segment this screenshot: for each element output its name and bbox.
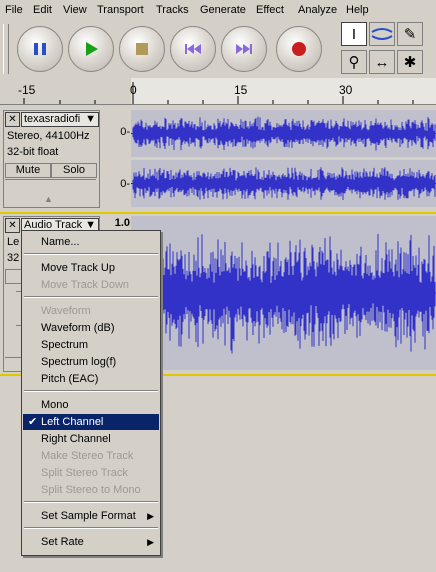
menu-item-right-channel[interactable]: Right Channel — [23, 431, 159, 447]
toolbar-grip[interactable] — [3, 24, 9, 74]
chevron-down-icon: ▼ — [85, 113, 96, 125]
menu-view[interactable]: View — [63, 4, 87, 16]
menu-item-split-stereo-mono: Split Stereo to Mono — [41, 484, 141, 496]
track2-info-bitdepth: 32 — [7, 252, 20, 264]
envelope-tool[interactable] — [369, 22, 395, 46]
pencil-icon: ✎ — [403, 25, 417, 43]
menu-separator — [24, 501, 158, 503]
menu-item-mono[interactable]: Mono — [23, 397, 159, 413]
checkmark-icon: ✔ — [28, 416, 38, 428]
track1-scale-bottom: 0- — [100, 178, 130, 194]
tools-toolbar: I ✎ ⚲ ↔ ✱ — [341, 22, 433, 76]
menu-separator — [24, 527, 158, 529]
submenu-arrow-icon: ▶ — [147, 511, 154, 521]
track2-waveform[interactable] — [131, 216, 436, 370]
menu-item-waveform: Waveform — [41, 305, 91, 317]
menu-item-set-rate[interactable]: Set Rate ▶ — [23, 534, 159, 550]
skip-start-icon — [185, 44, 201, 54]
menu-bar: File Edit View Transport Tracks Generate… — [0, 0, 436, 20]
collapse-arrow-icon[interactable]: ▲ — [44, 194, 53, 204]
menu-generate[interactable]: Generate — [200, 4, 246, 16]
menu-item-make-stereo: Make Stereo Track — [41, 450, 134, 462]
menu-item-left-channel[interactable]: ✔ Left Channel — [23, 414, 159, 430]
menu-tracks[interactable]: Tracks — [156, 4, 189, 16]
waveform-samples — [132, 116, 436, 151]
close-icon: ✕ — [8, 114, 17, 125]
track1-name: texasradiofi — [24, 113, 81, 125]
pause-button[interactable] — [17, 26, 63, 72]
zoom-tool[interactable]: ⚲ — [341, 50, 367, 74]
multi-tool-icon: ✱ — [403, 53, 417, 71]
track-context-menu: Name... Move Track Up Move Track Down Wa… — [21, 230, 161, 556]
menu-item-spectrum-log[interactable]: Spectrum log(f) — [23, 354, 159, 370]
menu-transport[interactable]: Transport — [97, 4, 144, 16]
record-button[interactable] — [276, 26, 322, 72]
toolbar: I ✎ ⚲ ↔ ✱ — [0, 20, 436, 79]
menu-file[interactable]: File — [5, 4, 23, 16]
submenu-arrow-icon: ▶ — [147, 537, 154, 547]
menu-help[interactable]: Help — [346, 4, 369, 16]
menu-item-set-sample-format[interactable]: Set Sample Format ▶ — [23, 508, 159, 524]
pause-icon — [34, 43, 46, 55]
track1-close-button[interactable]: ✕ — [5, 112, 20, 127]
track1-info-bitdepth: 32-bit float — [7, 146, 59, 158]
skip-to-start-button[interactable] — [170, 26, 216, 72]
ruler-ticks — [23, 82, 414, 104]
menu-separator — [24, 390, 158, 392]
menu-effect[interactable]: Effect — [256, 4, 284, 16]
timeline-ruler[interactable]: -15 0 15 30 — [0, 78, 436, 105]
draw-tool[interactable]: ✎ — [397, 22, 423, 46]
stop-icon — [136, 43, 148, 55]
track1-scale-top: 0- — [100, 126, 130, 142]
menu-item-pitch[interactable]: Pitch (EAC) — [23, 371, 159, 387]
stop-button[interactable] — [119, 26, 165, 72]
play-button[interactable] — [68, 26, 114, 72]
skip-end-icon — [236, 44, 252, 54]
close-icon: ✕ — [8, 220, 17, 231]
play-icon — [86, 42, 98, 56]
menu-item-move-track-up[interactable]: Move Track Up — [23, 260, 159, 276]
track1-right-waveform[interactable] — [131, 160, 436, 207]
menu-separator — [24, 253, 158, 255]
menu-separator — [24, 296, 158, 298]
multi-tool[interactable]: ✱ — [397, 50, 423, 74]
track1-name-menu[interactable]: texasradiofi ▼ — [21, 112, 99, 127]
solo-button[interactable]: Solo — [51, 163, 97, 178]
track2-info-channel: Le — [7, 236, 20, 248]
waveform-right-channel — [131, 167, 436, 200]
envelope-icon — [371, 28, 393, 40]
mute-button[interactable]: Mute — [5, 163, 51, 178]
menu-edit[interactable]: Edit — [33, 4, 52, 16]
waveform-samples — [132, 167, 436, 200]
track1-info-format: Stereo, 44100Hz — [7, 130, 90, 142]
record-icon — [292, 42, 306, 56]
menu-item-move-track-down: Move Track Down — [41, 279, 130, 291]
waveform-left-channel — [131, 116, 436, 151]
track1-control-panel: ✕ texasradiofi ▼ Stereo, 44100Hz 32-bit … — [3, 110, 100, 208]
time-shift-icon: ↔ — [374, 53, 390, 71]
magnifier-icon: ⚲ — [348, 53, 360, 71]
track-texasradio: ✕ texasradiofi ▼ Stereo, 44100Hz 32-bit … — [0, 105, 436, 211]
menu-item-spectrum[interactable]: Spectrum — [23, 337, 159, 353]
time-shift-tool[interactable]: ↔ — [369, 50, 395, 74]
waveform-mono — [131, 233, 436, 354]
i-beam-icon: I — [351, 25, 357, 43]
skip-to-end-button[interactable] — [221, 26, 267, 72]
track1-left-waveform[interactable] — [131, 110, 436, 157]
track1-gain-area — [5, 179, 96, 192]
menu-analyze[interactable]: Analyze — [298, 4, 337, 16]
track2-close-button[interactable]: ✕ — [5, 218, 20, 233]
menu-item-name[interactable]: Name... — [23, 234, 159, 250]
menu-item-split-stereo: Split Stereo Track — [41, 467, 128, 479]
selection-tool[interactable]: I — [341, 22, 367, 46]
menu-item-waveform-db[interactable]: Waveform (dB) — [23, 320, 159, 336]
waveform-samples — [132, 233, 436, 354]
